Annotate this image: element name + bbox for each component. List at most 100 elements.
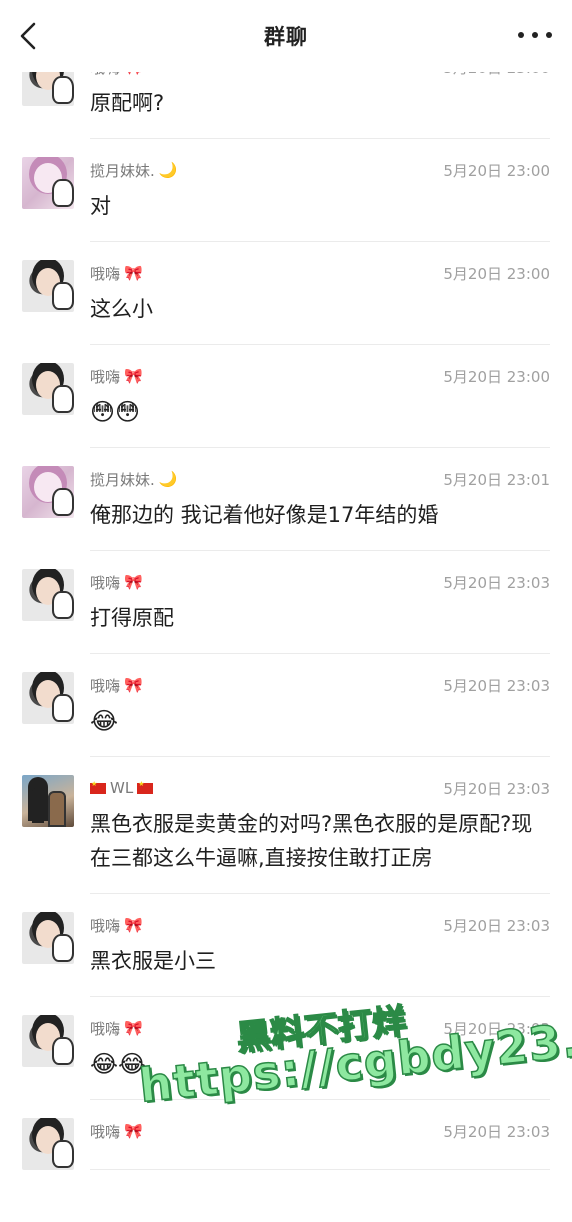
sender-name[interactable]: WL — [90, 779, 154, 797]
chat-message[interactable]: 哦嗨 🎀 5月20日 23:03 😂 — [0, 654, 572, 757]
chat-message[interactable]: 哦嗨 🎀 5月20日 23:00 这么小 — [0, 242, 572, 345]
message-meta: 哦嗨 🎀 5月20日 23:00 — [90, 72, 550, 80]
bow-icon: 🎀 — [124, 916, 143, 934]
sender-name[interactable]: 哦嗨🎀 — [90, 366, 143, 387]
message-meta: 哦嗨 🎀 5月20日 23:03 — [90, 1118, 550, 1144]
sender-name-text: WL — [110, 779, 134, 797]
avatar[interactable] — [22, 912, 74, 964]
chat-message[interactable]: 哦嗨 🎀 5月20日 23:00 😳😳 — [0, 345, 572, 448]
message-text: 原配啊? — [90, 91, 165, 115]
avatar[interactable] — [22, 1118, 74, 1170]
more-icon[interactable] — [518, 28, 552, 42]
message-emoji: 😳😳 — [90, 398, 141, 426]
avatar[interactable] — [22, 363, 74, 415]
sender-name-text: 哦嗨 — [90, 573, 121, 592]
avatar[interactable] — [22, 260, 74, 312]
sender-name[interactable]: 哦嗨🎀 — [90, 572, 143, 593]
sender-name-text: 哦嗨 — [90, 1019, 121, 1038]
top-bar: 群聊 — [0, 0, 572, 72]
sender-name-text: 揽月妹妹. — [90, 161, 155, 180]
bow-icon: 🎀 — [124, 676, 143, 694]
chat-message[interactable]: 哦嗨 🎀 5月20日 23:03 打得原配 — [0, 551, 572, 654]
sender-name[interactable]: 哦嗨🎀 — [90, 675, 143, 696]
message-meta: 哦嗨🎀 5月20日 23:00 — [90, 363, 550, 389]
message-list[interactable]: 哦嗨🎀5月20日 23:00原配啊?揽月妹妹.🌙5月20日 23:00对哦嗨🎀5… — [0, 72, 572, 1222]
sender-name-text: 哦嗨 — [90, 264, 121, 283]
sender-name-text: 哦嗨 — [90, 72, 120, 78]
message-body: 哦嗨 🎀 5月20日 23:03 — [90, 1100, 550, 1170]
message-time: 5月20日 23:03 — [443, 1122, 550, 1141]
message-text: 黑色衣服是卖黄金的对吗?黑色衣服的是原配?现在三都这么牛逼嘛,直接按住敢打正房 — [90, 812, 533, 870]
message-meta: 哦嗨 🎀 5月20日 23:03 — [90, 912, 550, 938]
chat-message[interactable]: 揽月妹妹. 🌙 5月20日 23:01 俺那边的 我记着他好像是17年结的婚 — [0, 448, 572, 551]
message-time: 5月20日 23:00 — [443, 367, 550, 386]
moon-icon: 🌙 — [158, 161, 178, 179]
message-time: 5月20日 23:03 — [443, 676, 550, 695]
sender-name-text: 哦嗨 — [90, 676, 121, 695]
sender-name[interactable]: 揽月妹妹. 🌙 — [90, 160, 177, 181]
chat-message[interactable]: 哦嗨 🎀 5月20日 23:03 — [0, 1100, 572, 1170]
message-time: 5月20日 23:00 — [443, 264, 550, 283]
message-body: 揽月妹妹. 🌙 5月20日 23:01 俺那边的 我记着他好像是17年结的婚 — [90, 448, 550, 551]
sender-name[interactable]: 哦嗨 🎀 — [90, 72, 143, 78]
sender-name[interactable]: 哦嗨🎀 — [90, 915, 143, 936]
flag-icon — [90, 780, 106, 794]
moon-icon: 🌙 — [158, 470, 178, 488]
message-meta: 哦嗨 🎀 5月20日 23:03 — [90, 1015, 550, 1041]
bow-icon: 🎀 — [124, 573, 143, 591]
message-text: 这么小 — [90, 297, 153, 321]
message-body: 哦嗨 🎀 5月20日 23:00 原配啊? — [90, 72, 550, 139]
avatar[interactable] — [22, 1015, 74, 1067]
bow-icon: 🎀 — [124, 1122, 143, 1140]
message-body: 哦嗨 🎀 5月20日 23:00 这么小 — [90, 242, 550, 345]
avatar[interactable] — [22, 569, 74, 621]
message-meta: 哦嗨 🎀 5月20日 23:03 — [90, 569, 550, 595]
message-emoji: 😂 — [90, 707, 119, 735]
back-icon[interactable] — [16, 20, 44, 52]
message-text: 对 — [90, 194, 111, 218]
message-text: 黑衣服是小三 — [90, 949, 216, 973]
sender-name[interactable]: 哦嗨🎀 — [90, 263, 143, 284]
avatar[interactable] — [22, 672, 74, 724]
avatar[interactable] — [22, 775, 74, 827]
message-body: WL 5月20日 23:03 黑色衣服是卖黄金的对吗?黑色衣服的是原配?现在三都这么… — [90, 757, 550, 894]
message-emoji: 😂😂 — [90, 1050, 147, 1078]
message-time: 5月20日 23:03 — [443, 1019, 550, 1038]
message-body: 哦嗨 🎀 5月20日 23:03 😂😂 — [90, 997, 550, 1100]
chat-message[interactable]: 哦嗨 🎀 5月20日 23:00 原配啊? — [0, 72, 572, 139]
avatar[interactable] — [22, 72, 74, 106]
chat-message[interactable]: 揽月妹妹. 🌙 5月20日 23:00 对 — [0, 139, 572, 242]
message-time: 5月20日 23:03 — [443, 916, 550, 935]
message-text: 俺那边的 我记着他好像是17年结的婚 — [90, 503, 439, 527]
message-body: 哦嗨 🎀 5月20日 23:03 😂 — [90, 654, 550, 757]
message-time: 5月20日 23:01 — [443, 470, 550, 489]
sender-name[interactable]: 哦嗨🎀 — [90, 1018, 143, 1039]
message-meta: 揽月妹妹. 🌙 5月20日 23:01 — [90, 466, 550, 492]
message-meta: 哦嗨 🎀 5月20日 23:03 — [90, 672, 550, 698]
message-body: 哦嗨 🎀 5月20日 23:00 😳😳 — [90, 345, 550, 448]
message-time: 5月20日 23:03 — [443, 573, 550, 592]
bow-icon: 🎀 — [124, 367, 143, 385]
message-time: 5月20日 23:00 — [443, 72, 550, 78]
bow-icon: 🎀 — [124, 72, 143, 76]
sender-name-text: 哦嗨 — [90, 367, 121, 386]
page-title: 群聊 — [264, 25, 308, 49]
message-body: 哦嗨 🎀 5月20日 23:03 打得原配 — [90, 551, 550, 654]
message-body: 揽月妹妹. 🌙 5月20日 23:00 对 — [90, 139, 550, 242]
message-time: 5月20日 23:00 — [443, 161, 550, 180]
flag-icon — [137, 780, 154, 794]
sender-name-text: 哦嗨 — [90, 1122, 121, 1141]
sender-name[interactable]: 揽月妹妹. 🌙 — [90, 469, 177, 490]
message-text: 打得原配 — [90, 606, 174, 630]
sender-name-text: 哦嗨 — [90, 916, 121, 935]
avatar[interactable] — [22, 466, 74, 518]
chat-message[interactable]: 哦嗨 🎀 5月20日 23:03 黑衣服是小三 — [0, 894, 572, 997]
chat-message[interactable]: WL 5月20日 23:03 黑色衣服是卖黄金的对吗?黑色衣服的是原配?现在三都这么… — [0, 757, 572, 894]
message-meta: 揽月妹妹. 🌙 5月20日 23:00 — [90, 157, 550, 183]
message-meta: WL 5月20日 23:03 — [90, 775, 550, 801]
avatar[interactable] — [22, 157, 74, 209]
chat-message[interactable]: 哦嗨 🎀 5月20日 23:03 😂😂 — [0, 997, 572, 1100]
message-meta: 哦嗨🎀 5月20日 23:00 — [90, 260, 550, 286]
message-body: 哦嗨 🎀 5月20日 23:03 黑衣服是小三 — [90, 894, 550, 997]
sender-name[interactable]: 哦嗨🎀 — [90, 1121, 143, 1142]
